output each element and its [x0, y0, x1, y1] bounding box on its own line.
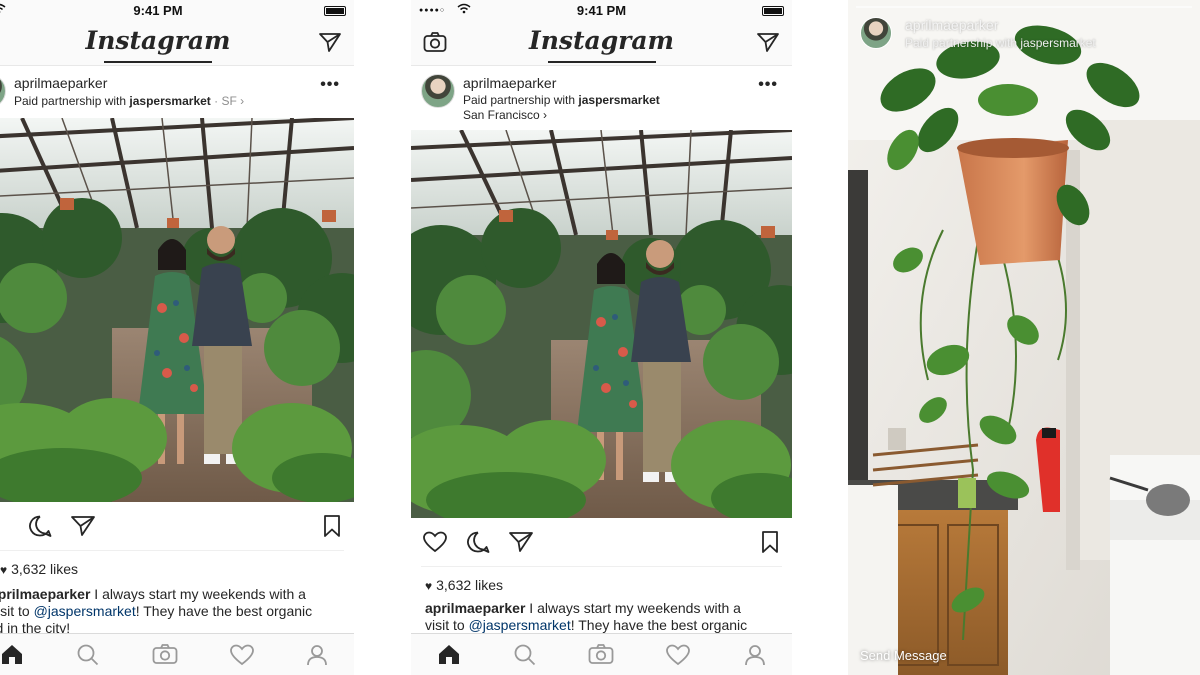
paper-plane-icon[interactable]: [756, 31, 780, 53]
bottom-tab-bar: [0, 633, 354, 675]
more-options-button[interactable]: •••: [320, 76, 340, 94]
likes-count[interactable]: ♥ 3,632 likes: [425, 577, 503, 593]
heart-outline-icon[interactable]: [422, 530, 448, 554]
profile-icon[interactable]: [305, 643, 329, 667]
paper-plane-icon[interactable]: [318, 31, 342, 53]
battery-icon: [762, 6, 784, 16]
post-actions: [411, 518, 792, 570]
post-username[interactable]: aprilmaeparker: [463, 75, 556, 91]
post-header: aprilmaeparker Paid partnership with jas…: [411, 66, 792, 130]
instagram-logo[interactable]: Instagram: [411, 26, 792, 55]
divider: [421, 566, 782, 567]
avatar[interactable]: [860, 17, 892, 49]
likes-count[interactable]: ♥ 3,632 likes: [0, 561, 78, 577]
bookmark-icon[interactable]: [760, 530, 780, 554]
top-nav: Instagram: [411, 22, 792, 66]
post-subtitle: Paid partnership with jaspersmarket: [463, 93, 660, 107]
location-link[interactable]: San Francisco ›: [463, 108, 547, 122]
post-photo[interactable]: [411, 130, 792, 518]
post-actions: [0, 502, 354, 554]
search-icon[interactable]: [513, 643, 537, 667]
post-subtitle: Paid partnership with jaspersmarket · SF…: [14, 94, 244, 108]
post-caption: aprilmaeparker I always start my weekend…: [0, 586, 346, 637]
divider: [0, 550, 344, 551]
comment-bubble-icon[interactable]: [465, 530, 491, 554]
caption-mention[interactable]: @jaspersmarket: [469, 617, 571, 633]
send-message-button[interactable]: Send Message: [860, 648, 947, 663]
partner-link[interactable]: jaspersmarket: [129, 94, 210, 108]
logo-underline: [104, 61, 212, 63]
post-caption: aprilmaeparker I always start my weekend…: [425, 600, 748, 633]
story-photo: [848, 0, 1200, 675]
post-header: aprilmaeparker Paid partnership with jas…: [0, 66, 354, 118]
subtitle-prefix: Paid partnership with: [463, 93, 579, 107]
post-username[interactable]: aprilmaeparker: [14, 75, 107, 91]
status-time: 9:41 PM: [133, 3, 183, 18]
feed-screen-center: ●●●●○ 9:41 PM Instagram aprilmaeparker P…: [411, 0, 792, 675]
camera-icon[interactable]: [588, 643, 614, 665]
comment-bubble-icon[interactable]: [27, 514, 53, 538]
search-icon[interactable]: [76, 643, 100, 667]
partner-link[interactable]: jaspersmarket: [578, 93, 659, 107]
caption-username[interactable]: aprilmaeparker: [425, 600, 525, 616]
location-link[interactable]: · SF ›: [211, 94, 244, 108]
story-subtitle[interactable]: Paid partnership with jaspersmarket: [905, 36, 1096, 50]
bookmark-icon[interactable]: [322, 514, 342, 538]
avatar[interactable]: [0, 74, 6, 108]
more-options-button[interactable]: •••: [758, 76, 778, 94]
status-bar: ●●●●○ 9:41 PM: [411, 0, 792, 22]
heart-filled-icon: ♥: [425, 579, 433, 593]
profile-icon[interactable]: [743, 643, 767, 667]
activity-heart-icon[interactable]: [665, 643, 691, 667]
activity-heart-icon[interactable]: [229, 643, 255, 667]
home-icon[interactable]: [437, 643, 461, 665]
status-time: 9:41 PM: [576, 3, 627, 18]
top-nav: Instagram: [0, 22, 354, 66]
subtitle-prefix: Paid partnership with: [14, 94, 130, 108]
paper-plane-icon[interactable]: [508, 530, 534, 554]
status-bar: 9:41 PM: [0, 0, 354, 22]
paper-plane-icon[interactable]: [70, 514, 96, 538]
home-icon[interactable]: [0, 643, 24, 665]
avatar[interactable]: [421, 74, 455, 108]
feed-screen-left: 9:41 PM Instagram aprilmaeparker Paid pa…: [0, 0, 354, 675]
instagram-logo[interactable]: Instagram: [0, 26, 354, 55]
logo-underline: [547, 61, 656, 63]
battery-icon: [324, 6, 346, 16]
heart-filled-icon: ♥: [0, 563, 8, 577]
screen: 9:41 PM Instagram aprilmaeparker Paid pa…: [0, 0, 1200, 675]
story-screen[interactable]: aprilmaeparker Paid partnership with jas…: [848, 0, 1200, 675]
bottom-tab-bar: [411, 633, 792, 675]
camera-icon[interactable]: [152, 643, 178, 665]
story-progress-bar: [856, 6, 1192, 8]
story-username[interactable]: aprilmaeparker: [905, 17, 998, 33]
caption-username[interactable]: aprilmaeparker: [0, 586, 90, 602]
caption-mention[interactable]: @jaspersmarket: [34, 603, 136, 619]
post-photo[interactable]: [0, 118, 354, 502]
